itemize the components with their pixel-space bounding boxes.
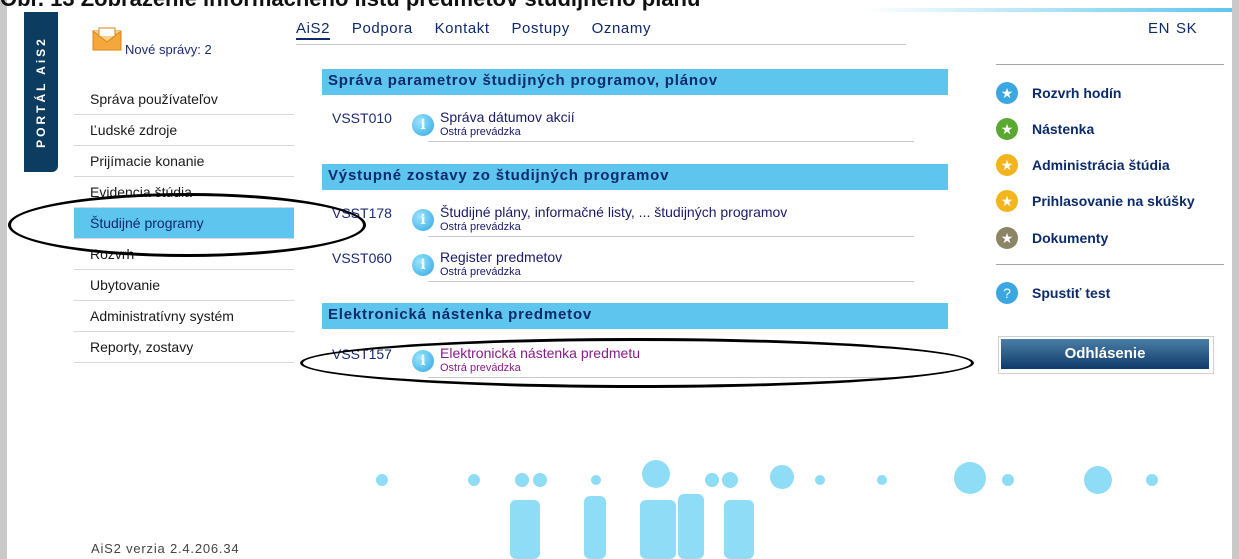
sidebar-item-rozvrh[interactable]: Rozvrh [74,239,294,270]
quick-link-label[interactable]: Administrácia štúdia [1032,157,1170,173]
sidebar-item-studijne-programy[interactable]: Študijné programy [74,208,294,239]
new-messages-label[interactable]: Nové správy: 2 [125,42,212,57]
app-status: Ostrá prevádzka [440,221,521,233]
quick-link-item[interactable]: ★ Prihlasovanie na skúšky [996,188,1224,214]
section-header-parametre: Správa parametrov študijných programov, … [322,69,948,95]
app-entry-vsst060[interactable]: VSST060 i Register predmetov Ostrá prevá… [332,244,914,284]
info-icon[interactable]: i [412,350,434,372]
app-title[interactable]: Správa dátumov akcií [440,109,575,125]
nav-podpora[interactable]: Podpora [352,20,413,37]
help-icon: ? [996,282,1018,304]
app-code[interactable]: VSST060 [332,250,392,266]
app-status: Ostrá prevádzka [440,266,521,278]
sidebar-item-administrativny-system[interactable]: Administratívny systém [74,301,294,332]
test-link-label[interactable]: Spustiť test [1032,285,1110,301]
sidebar-item-reporty-zostavy[interactable]: Reporty, zostavy [74,332,294,363]
lang-en[interactable]: EN [1148,20,1170,37]
app-code[interactable]: VSST010 [332,110,392,126]
portal-tab[interactable]: PORTÁL AiS2 [24,12,58,172]
app-status: Ostrá prevádzka [440,126,521,138]
info-icon[interactable]: i [412,114,434,136]
messages-widget[interactable]: Nové správy: 2 [92,26,252,60]
quick-link-label[interactable]: Rozvrh hodín [1032,85,1121,101]
nav-oznamy[interactable]: Oznamy [592,20,651,37]
nav-kontakt[interactable]: Kontakt [435,20,490,37]
envelope-icon [92,27,122,51]
lang-sk[interactable]: SK [1176,20,1197,37]
star-gray-icon: ★ [996,227,1018,249]
app-entry-vsst010[interactable]: VSST010 i Správa dátumov akcií Ostrá pre… [332,104,914,144]
test-link[interactable]: ? Spustiť test [996,280,1224,306]
quick-link-label[interactable]: Nástenka [1032,121,1094,137]
nav-ais2[interactable]: AiS2 [296,20,331,40]
quick-link-label[interactable]: Dokumenty [1032,230,1108,246]
top-navigation: AiS2 Podpora Kontakt Postupy Oznamy [296,20,668,40]
info-icon[interactable]: i [412,254,434,276]
logout-box: Odhlásenie [998,336,1214,374]
app-entry-vsst178[interactable]: VSST178 i Študijné plány, informačné lis… [332,199,914,239]
sidebar-item-evidencia-studia[interactable]: Evidencia štúdia [74,177,294,208]
app-entry-vsst157[interactable]: VSST157 i Elektronická nástenka predmetu… [332,340,914,380]
app-code[interactable]: VSST178 [332,205,392,221]
portal-tab-label: PORTÁL AiS2 [34,36,48,148]
star-yellow-icon: ★ [996,190,1018,212]
nav-divider [296,44,906,45]
nav-postupy[interactable]: Postupy [511,20,569,37]
logout-button[interactable]: Odhlásenie [1001,339,1209,369]
app-status: Ostrá prevádzka [440,362,521,374]
sidebar-item-sprava-pouzivatelov[interactable]: Správa používateľov [74,84,294,115]
entry-divider [428,141,914,142]
sidebar-item-ubytovanie[interactable]: Ubytovanie [74,270,294,301]
window-frame-right [1232,0,1239,559]
section-header-elektronicka-nastenka: Elektronická nástenka predmetov [322,303,948,329]
window-frame-left [0,0,7,559]
quick-links-top-divider [996,64,1224,65]
quick-link-item[interactable]: ★ Dokumenty [996,225,1224,251]
entry-divider [428,236,914,237]
quick-links-bottom-divider [996,264,1224,265]
sidebar-menu: Správa používateľov Ľudské zdroje Prijím… [74,84,294,363]
quick-link-item[interactable]: ★ Nástenka [996,116,1224,142]
quick-link-item[interactable]: ★ Administrácia štúdia [996,152,1224,178]
sidebar-item-ludske-zdroje[interactable]: Ľudské zdroje [74,115,294,146]
info-icon[interactable]: i [412,209,434,231]
entry-divider [428,377,914,378]
quick-link-item[interactable]: ★ Rozvrh hodín [996,80,1224,106]
figure-caption: Obr. 13 Zobrazenie informačného listu pr… [0,0,940,11]
decorative-people-graphic [376,460,1158,559]
app-title[interactable]: Register predmetov [440,249,562,265]
app-code[interactable]: VSST157 [332,346,392,362]
star-green-icon: ★ [996,118,1018,140]
app-title[interactable]: Elektronická nástenka predmetu [440,345,640,361]
section-header-vystupne-zostavy: Výstupné zostavy zo študijných programov [322,164,948,190]
star-blue-icon: ★ [996,82,1018,104]
quick-link-label[interactable]: Prihlasovanie na skúšky [1032,193,1195,209]
sidebar-item-prijimacie-konanie[interactable]: Prijímacie konanie [74,146,294,177]
version-label: AiS2 verzia 2.4.206.34 [91,541,240,556]
entry-divider [428,281,914,282]
star-yellow-icon: ★ [996,154,1018,176]
app-title[interactable]: Študijné plány, informačné listy, ... št… [440,204,787,220]
